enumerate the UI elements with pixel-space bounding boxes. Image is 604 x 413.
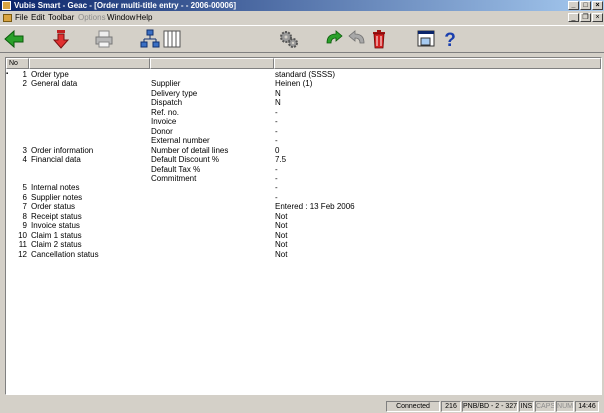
columns-button[interactable]	[160, 28, 184, 50]
doc-restore-button[interactable]: ❐	[580, 13, 591, 22]
menu-file[interactable]: File	[15, 13, 28, 23]
menu-edit[interactable]: Edit	[31, 13, 45, 23]
menu-bar: File Edit Toolbar Options Window Help _ …	[0, 11, 604, 25]
window-title: Vubis Smart - Geac - [Order multi-title …	[14, 1, 236, 10]
database-indicator: PNB/BD - 2 - 3272	[462, 401, 518, 412]
printer-icon	[95, 30, 113, 48]
help-button[interactable]: ?	[438, 28, 462, 50]
column-header-item[interactable]	[29, 58, 150, 69]
num-indicator: NUM	[556, 401, 574, 412]
menu-help[interactable]: Help	[136, 13, 152, 23]
column-header-no[interactable]: No	[6, 58, 29, 69]
red-down-arrow-icon	[52, 30, 70, 49]
gears-icon	[280, 31, 298, 48]
svg-text:?: ?	[444, 30, 456, 49]
row-label: Cancellation status	[31, 249, 99, 259]
doc-close-button[interactable]: ×	[592, 13, 603, 22]
settings-button[interactable]	[277, 28, 301, 50]
clock: 14:46	[575, 401, 599, 412]
redo-button[interactable]	[322, 28, 346, 50]
delete-button[interactable]	[367, 28, 391, 50]
column-header-field[interactable]	[150, 58, 274, 69]
menu-toolbar[interactable]: Toolbar	[48, 13, 74, 23]
row-number: 12	[18, 249, 27, 259]
document-icon[interactable]	[3, 14, 12, 22]
window-button[interactable]	[414, 28, 438, 50]
trash-icon	[373, 30, 385, 49]
question-mark-icon: ?	[444, 30, 456, 49]
network-tree-icon	[140, 29, 160, 48]
title-bar: Vubis Smart - Geac - [Order multi-title …	[0, 0, 604, 11]
menu-options: Options	[78, 13, 106, 22]
minimize-button[interactable]: _	[568, 1, 579, 10]
grid-header: No	[6, 58, 601, 69]
maximize-button[interactable]: □	[580, 1, 591, 10]
app-icon[interactable]	[2, 1, 11, 10]
status-bar: Connected 216 PNB/BD - 2 - 3272 INS CAPS…	[0, 400, 604, 413]
table-row[interactable]: 12 Cancellation status Not	[6, 250, 601, 260]
doc-minimize-button[interactable]: _	[568, 13, 579, 22]
row-value: Not	[275, 249, 288, 259]
order-data-grid: No ▪ 1 Order type standard (SSSS) 2 General …	[5, 57, 602, 395]
menu-window[interactable]: Window	[107, 13, 135, 23]
ins-indicator: INS	[519, 401, 534, 412]
green-left-arrow-icon	[4, 29, 24, 49]
undo-button[interactable]	[345, 28, 369, 50]
window-icon	[417, 30, 435, 47]
undo-arrow-icon	[348, 30, 365, 44]
columns-icon	[163, 30, 181, 48]
column-header-value[interactable]	[274, 58, 601, 69]
back-button[interactable]	[2, 28, 26, 50]
print-button[interactable]	[92, 28, 116, 50]
down-button[interactable]	[49, 28, 73, 50]
status-code: 216	[441, 401, 461, 412]
caps-indicator: CAPS	[535, 401, 555, 412]
tree-button[interactable]	[138, 28, 162, 50]
connection-status: Connected	[386, 401, 440, 412]
redo-arrow-icon	[326, 30, 343, 44]
close-button[interactable]: ×	[592, 1, 603, 10]
toolbar: ?	[0, 25, 604, 53]
